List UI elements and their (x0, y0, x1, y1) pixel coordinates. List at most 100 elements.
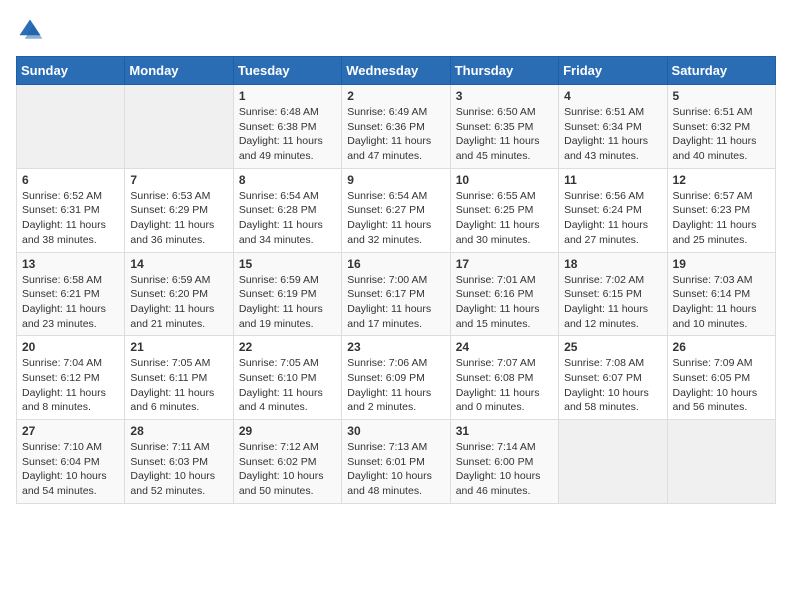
logo (16, 16, 48, 44)
calendar-cell: 2 Sunrise: 6:49 AMSunset: 6:36 PMDaylight… (342, 85, 450, 169)
cell-info: Sunrise: 7:14 AMSunset: 6:00 PMDaylight:… (456, 440, 553, 499)
cell-info: Sunrise: 6:52 AMSunset: 6:31 PMDaylight:… (22, 189, 119, 248)
cell-info: Sunrise: 6:49 AMSunset: 6:36 PMDaylight:… (347, 105, 444, 164)
calendar-cell: 26Sunrise: 7:09 AMSunset: 6:05 PMDayligh… (667, 336, 775, 420)
cell-info: Sunrise: 7:00 AMSunset: 6:17 PMDaylight:… (347, 273, 444, 332)
cell-day-number: 23 (347, 340, 444, 354)
cell-info: Sunrise: 7:01 AMSunset: 6:16 PMDaylight:… (456, 273, 553, 332)
cell-day-number: 16 (347, 257, 444, 271)
cell-day-number: 14 (130, 257, 227, 271)
calendar-cell: 29 Sunrise: 7:12 AMSunset: 6:02 PMDayligh… (233, 420, 341, 504)
calendar-cell: 23 Sunrise: 7:06 AMSunset: 6:09 PMDayligh… (342, 336, 450, 420)
cell-day-number: 29 (239, 424, 336, 438)
cell-info: Sunrise: 7:08 AMSunset: 6:07 PMDaylight:… (564, 356, 661, 415)
calendar-cell: 5Sunrise: 6:51 AMSunset: 6:32 PMDaylight… (667, 85, 775, 169)
cell-day-number: 31 (456, 424, 553, 438)
calendar-cell (559, 420, 667, 504)
calendar-cell (125, 85, 233, 169)
cell-info: Sunrise: 6:59 AMSunset: 6:20 PMDaylight:… (130, 273, 227, 332)
calendar-cell: 6 Sunrise: 6:52 AMSunset: 6:31 PMDaylight… (17, 168, 125, 252)
cell-info: Sunrise: 6:54 AMSunset: 6:27 PMDaylight:… (347, 189, 444, 248)
calendar-cell: 9 Sunrise: 6:54 AMSunset: 6:27 PMDaylight… (342, 168, 450, 252)
cell-info: Sunrise: 7:04 AMSunset: 6:12 PMDaylight:… (22, 356, 119, 415)
weekday-header: Tuesday (233, 57, 341, 85)
cell-day-number: 24 (456, 340, 553, 354)
calendar-cell: 30Sunrise: 7:13 AMSunset: 6:01 PMDayligh… (342, 420, 450, 504)
calendar-week-row: 13Sunrise: 6:58 AMSunset: 6:21 PMDayligh… (17, 252, 776, 336)
cell-day-number: 21 (130, 340, 227, 354)
cell-info: Sunrise: 7:09 AMSunset: 6:05 PMDaylight:… (673, 356, 770, 415)
cell-info: Sunrise: 7:06 AMSunset: 6:09 PMDaylight:… (347, 356, 444, 415)
calendar-cell: 12 Sunrise: 6:57 AMSunset: 6:23 PMDayligh… (667, 168, 775, 252)
cell-day-number: 17 (456, 257, 553, 271)
calendar-cell: 1 Sunrise: 6:48 AMSunset: 6:38 PMDaylight… (233, 85, 341, 169)
cell-info: Sunrise: 6:55 AMSunset: 6:25 PMDaylight:… (456, 189, 553, 248)
cell-info: Sunrise: 7:11 AMSunset: 6:03 PMDaylight:… (130, 440, 227, 499)
weekday-header: Saturday (667, 57, 775, 85)
cell-day-number: 1 (239, 89, 336, 103)
calendar-cell: 28 Sunrise: 7:11 AMSunset: 6:03 PMDayligh… (125, 420, 233, 504)
calendar-cell: 3 Sunrise: 6:50 AMSunset: 6:35 PMDaylight… (450, 85, 558, 169)
calendar-cell: 15Sunrise: 6:59 AMSunset: 6:19 PMDayligh… (233, 252, 341, 336)
cell-day-number: 28 (130, 424, 227, 438)
weekday-header: Thursday (450, 57, 558, 85)
calendar-week-row: 6 Sunrise: 6:52 AMSunset: 6:31 PMDaylight… (17, 168, 776, 252)
cell-info: Sunrise: 6:53 AMSunset: 6:29 PMDaylight:… (130, 189, 227, 248)
cell-day-number: 18 (564, 257, 661, 271)
cell-day-number: 3 (456, 89, 553, 103)
cell-info: Sunrise: 6:48 AMSunset: 6:38 PMDaylight:… (239, 105, 336, 164)
cell-day-number: 22 (239, 340, 336, 354)
calendar-cell: 21Sunrise: 7:05 AMSunset: 6:11 PMDayligh… (125, 336, 233, 420)
calendar-cell: 27 Sunrise: 7:10 AMSunset: 6:04 PMDayligh… (17, 420, 125, 504)
calendar-cell: 8 Sunrise: 6:54 AMSunset: 6:28 PMDaylight… (233, 168, 341, 252)
calendar-cell (667, 420, 775, 504)
cell-day-number: 11 (564, 173, 661, 187)
cell-day-number: 15 (239, 257, 336, 271)
cell-info: Sunrise: 7:07 AMSunset: 6:08 PMDaylight:… (456, 356, 553, 415)
weekday-header: Friday (559, 57, 667, 85)
cell-info: Sunrise: 7:12 AMSunset: 6:02 PMDaylight:… (239, 440, 336, 499)
weekday-header: Wednesday (342, 57, 450, 85)
cell-day-number: 12 (673, 173, 770, 187)
calendar-cell (17, 85, 125, 169)
calendar-cell: 13Sunrise: 6:58 AMSunset: 6:21 PMDayligh… (17, 252, 125, 336)
cell-day-number: 8 (239, 173, 336, 187)
calendar-week-row: 1 Sunrise: 6:48 AMSunset: 6:38 PMDaylight… (17, 85, 776, 169)
cell-info: Sunrise: 6:51 AMSunset: 6:34 PMDaylight:… (564, 105, 661, 164)
cell-day-number: 2 (347, 89, 444, 103)
page-header (16, 16, 776, 44)
cell-info: Sunrise: 6:58 AMSunset: 6:21 PMDaylight:… (22, 273, 119, 332)
cell-day-number: 9 (347, 173, 444, 187)
cell-day-number: 4 (564, 89, 661, 103)
calendar-table: SundayMondayTuesdayWednesdayThursdayFrid… (16, 56, 776, 504)
calendar-cell: 18 Sunrise: 7:02 AMSunset: 6:15 PMDayligh… (559, 252, 667, 336)
calendar-cell: 19 Sunrise: 7:03 AMSunset: 6:14 PMDayligh… (667, 252, 775, 336)
cell-day-number: 20 (22, 340, 119, 354)
calendar-cell: 10 Sunrise: 6:55 AMSunset: 6:25 PMDayligh… (450, 168, 558, 252)
cell-info: Sunrise: 6:50 AMSunset: 6:35 PMDaylight:… (456, 105, 553, 164)
cell-day-number: 5 (673, 89, 770, 103)
cell-info: Sunrise: 7:02 AMSunset: 6:15 PMDaylight:… (564, 273, 661, 332)
calendar-cell: 17 Sunrise: 7:01 AMSunset: 6:16 PMDayligh… (450, 252, 558, 336)
cell-day-number: 10 (456, 173, 553, 187)
calendar-cell: 22Sunrise: 7:05 AMSunset: 6:10 PMDayligh… (233, 336, 341, 420)
calendar-cell: 20 Sunrise: 7:04 AMSunset: 6:12 PMDayligh… (17, 336, 125, 420)
weekday-header: Monday (125, 57, 233, 85)
cell-day-number: 7 (130, 173, 227, 187)
cell-day-number: 27 (22, 424, 119, 438)
cell-info: Sunrise: 6:57 AMSunset: 6:23 PMDaylight:… (673, 189, 770, 248)
calendar-cell: 11 Sunrise: 6:56 AMSunset: 6:24 PMDayligh… (559, 168, 667, 252)
calendar-cell: 7 Sunrise: 6:53 AMSunset: 6:29 PMDaylight… (125, 168, 233, 252)
logo-icon (16, 16, 44, 44)
calendar-cell: 31 Sunrise: 7:14 AMSunset: 6:00 PMDayligh… (450, 420, 558, 504)
cell-info: Sunrise: 6:56 AMSunset: 6:24 PMDaylight:… (564, 189, 661, 248)
cell-day-number: 19 (673, 257, 770, 271)
calendar-cell: 25 Sunrise: 7:08 AMSunset: 6:07 PMDayligh… (559, 336, 667, 420)
cell-day-number: 6 (22, 173, 119, 187)
cell-day-number: 25 (564, 340, 661, 354)
weekday-header: Sunday (17, 57, 125, 85)
cell-info: Sunrise: 7:10 AMSunset: 6:04 PMDaylight:… (22, 440, 119, 499)
cell-info: Sunrise: 7:03 AMSunset: 6:14 PMDaylight:… (673, 273, 770, 332)
calendar-cell: 24 Sunrise: 7:07 AMSunset: 6:08 PMDayligh… (450, 336, 558, 420)
cell-info: Sunrise: 6:54 AMSunset: 6:28 PMDaylight:… (239, 189, 336, 248)
